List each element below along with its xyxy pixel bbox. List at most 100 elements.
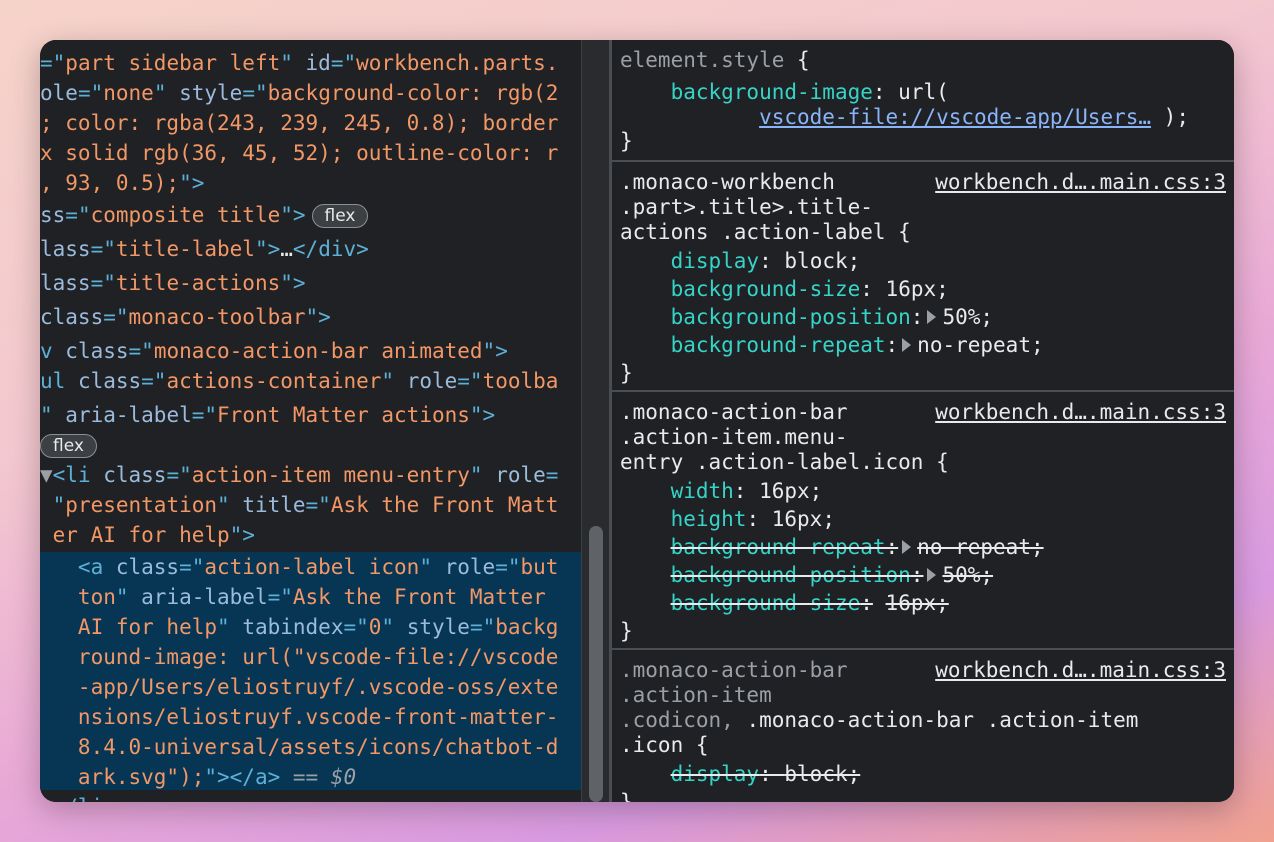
selector-text: entry .action-label.icon { xyxy=(620,450,949,474)
dom-token: style xyxy=(179,81,243,105)
css-declaration[interactable]: background-repeat: no-repeat; xyxy=(620,331,1226,359)
property-name[interactable]: display xyxy=(671,249,760,273)
property-value[interactable]: url( xyxy=(898,80,949,104)
dom-token: role xyxy=(406,369,458,393)
url-link[interactable]: vscode-file://vscode-app/Users… xyxy=(759,105,1151,129)
dom-node-line[interactable]: ss="composite title"> flex xyxy=(40,200,581,230)
css-declaration[interactable]: background-size: 16px; xyxy=(620,275,1226,303)
dom-token: action-item menu-entry xyxy=(191,463,470,487)
property-value[interactable]: 16px; xyxy=(772,507,835,531)
css-declaration[interactable]: background-position: 50%; xyxy=(620,561,1226,589)
property-name[interactable]: width xyxy=(671,479,734,503)
dom-node-line[interactable]: <a class="action-label icon" role="but xyxy=(40,552,581,582)
dom-token: Ask the Front Matt xyxy=(330,493,559,517)
closing-brace: } xyxy=(620,361,633,385)
property-value[interactable]: 16px; xyxy=(886,277,949,301)
dom-token: =" xyxy=(330,51,357,75)
property-name[interactable]: background-image xyxy=(671,80,873,104)
dom-node-line[interactable]: lass="title-label">…</div> xyxy=(40,234,581,264)
dom-token: action-label icon xyxy=(204,555,420,579)
dom-node-line[interactable]: ark.svg");"></a> == $0 xyxy=(40,762,581,792)
rule-source-link[interactable]: workbench.d….main.css:3 xyxy=(935,168,1226,196)
declaration-background-image[interactable]: background-image: url( xyxy=(620,78,1226,106)
expand-triangle-icon[interactable] xyxy=(927,567,937,582)
rule-selector-line[interactable]: .part>.title>.title- xyxy=(620,193,1226,221)
property-name[interactable]: background-position xyxy=(671,305,911,329)
rule-source-link[interactable]: workbench.d….main.css:3 xyxy=(935,656,1226,684)
css-declaration[interactable]: height: 16px; xyxy=(620,505,1226,533)
dom-token: title-label xyxy=(115,237,255,261)
rule-selector-line[interactable]: .icon { xyxy=(620,731,1226,759)
rule-selector-line[interactable]: entry .action-label.icon { xyxy=(620,448,1226,476)
dom-token: round-image: url("vscode-file://vscode xyxy=(40,645,559,669)
rule-selector-line[interactable]: actions .action-label { xyxy=(620,218,1226,246)
dom-node-line[interactable]: ul class="actions-container" role="toolb… xyxy=(40,366,581,396)
dom-node-line[interactable]: class="monaco-toolbar"> xyxy=(40,302,581,332)
dom-token: =" xyxy=(469,615,496,639)
declaration-display[interactable]: display: block; xyxy=(620,760,1226,788)
property-name[interactable]: background-position xyxy=(671,563,911,587)
css-declaration[interactable]: background-position: 50%; xyxy=(620,303,1226,331)
property-name[interactable]: background-repeat xyxy=(671,535,886,559)
dom-node-line[interactable]: ton" aria-label="Ask the Front Matter xyxy=(40,582,581,612)
element-style-selector[interactable]: element.style { xyxy=(620,46,1226,74)
dom-token: toolba xyxy=(482,369,559,393)
css-declaration[interactable]: background-size: 16px; xyxy=(620,589,1226,617)
css-declaration[interactable]: display: block; xyxy=(620,247,1226,275)
dom-node-line[interactable]: "presentation" title="Ask the Front Matt xyxy=(40,490,581,520)
css-declaration[interactable]: background-repeat: no-repeat; xyxy=(620,533,1226,561)
dom-node-line[interactable]: ole="none" style="background-color: rgb(… xyxy=(40,78,581,108)
dom-node-line[interactable]: v class="monaco-action-bar animated"> xyxy=(40,336,581,366)
property-name[interactable]: background-size xyxy=(671,591,861,615)
expand-triangle-icon[interactable] xyxy=(902,337,912,352)
dom-node-line[interactable]: AI for help" tabindex="0" style="backg xyxy=(40,612,581,642)
flex-badge[interactable]: flex xyxy=(40,434,97,458)
dom-node-line[interactable]: x solid rgb(36, 45, 52); outline-color: … xyxy=(40,138,581,168)
dom-node-line[interactable]: nsions/eliostruyf.vscode-front-matter- xyxy=(40,702,581,732)
dom-token: =" xyxy=(191,403,218,427)
dom-node-line[interactable]: flex xyxy=(40,430,581,460)
dom-token: =" xyxy=(305,493,331,517)
dom-token: " xyxy=(40,403,66,427)
dom-node-line[interactable]: </li> xyxy=(40,792,581,802)
property-name[interactable]: display xyxy=(671,762,760,786)
dom-token: title xyxy=(242,493,306,517)
dom-token: "></a> xyxy=(204,765,281,789)
expand-triangle-icon[interactable] xyxy=(927,309,937,324)
flex-badge[interactable]: flex xyxy=(311,204,369,228)
property-name[interactable]: height xyxy=(671,507,747,531)
dom-node-line[interactable]: round-image: url("vscode-file://vscode xyxy=(40,642,581,672)
rule-separator xyxy=(612,648,1234,650)
dom-token: =" xyxy=(179,555,205,579)
rule-source-link[interactable]: workbench.d….main.css:3 xyxy=(935,398,1226,426)
property-value[interactable]: 16px; xyxy=(759,479,822,503)
property-value[interactable]: no-repeat; xyxy=(917,333,1043,357)
dom-node-line[interactable]: ▼<li class="action-item menu-entry" role… xyxy=(40,460,581,490)
property-value[interactable]: block; xyxy=(784,762,860,786)
dom-token: but xyxy=(520,555,559,579)
rule-selector-line[interactable]: .codicon, .monaco-action-bar .action-ite… xyxy=(620,706,1226,734)
property-value[interactable]: block; xyxy=(784,249,860,273)
dom-node-line[interactable]: er AI for help"> xyxy=(40,520,581,550)
dom-token: , 93, 0.5); xyxy=(40,171,180,195)
dom-node-line[interactable]: -app/Users/eliostruyf/.vscode-oss/exte xyxy=(40,672,581,702)
dom-node-line[interactable]: ="part sidebar left" id="workbench.parts… xyxy=(40,48,581,78)
property-name[interactable]: background-size xyxy=(671,277,861,301)
property-value[interactable]: 16px; xyxy=(886,591,949,615)
property-value[interactable]: 50%; xyxy=(942,305,993,329)
rule-selector-line[interactable]: .action-item.menu- xyxy=(620,423,1226,451)
dom-node-line[interactable]: , 93, 0.5);"> xyxy=(40,168,581,198)
dom-token: =" xyxy=(40,51,66,75)
dom-node-line[interactable]: lass="title-actions"> xyxy=(40,268,581,298)
dom-node-line[interactable]: ; color: rgba(243, 239, 245, 0.8); borde… xyxy=(40,108,581,138)
elements-scrollbar-thumb[interactable] xyxy=(589,526,603,802)
property-value[interactable]: no-repeat; xyxy=(917,535,1043,559)
property-value[interactable]: 50%; xyxy=(942,563,993,587)
property-name[interactable]: background-repeat xyxy=(671,333,886,357)
dom-node-line[interactable]: " aria-label="Front Matter actions"> xyxy=(40,400,581,430)
rule-selector-line[interactable]: .action-item xyxy=(620,681,1226,709)
dom-token: == $0 xyxy=(280,765,357,789)
css-declaration[interactable]: width: 16px; xyxy=(620,477,1226,505)
expand-triangle-icon[interactable] xyxy=(902,539,912,554)
dom-node-line[interactable]: 8.4.0-universal/assets/icons/chatbot-d xyxy=(40,732,581,762)
